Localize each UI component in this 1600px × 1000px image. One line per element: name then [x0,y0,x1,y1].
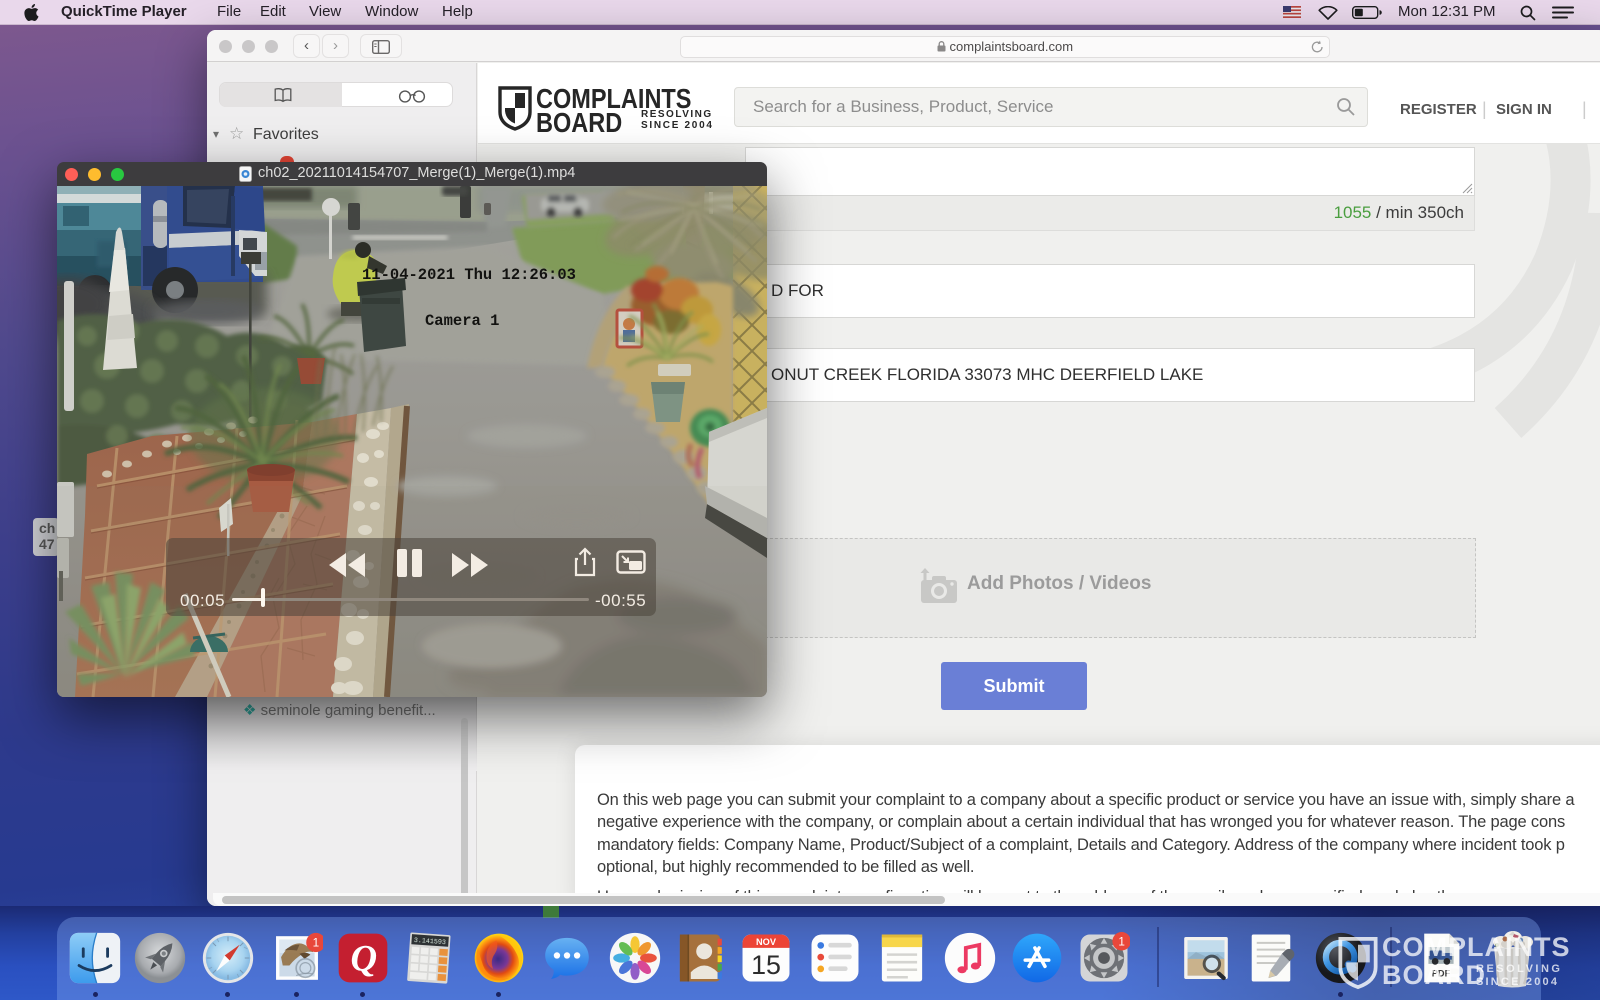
svg-text:NOV: NOV [756,937,777,947]
svg-text:1: 1 [313,937,320,950]
svg-text:Q: Q [351,938,378,979]
svg-text:15: 15 [751,950,781,980]
svg-text:1: 1 [1118,935,1125,948]
svg-text:Camera 1: Camera 1 [425,312,499,330]
svg-text:11-04-2021 Thu 12:26:03: 11-04-2021 Thu 12:26:03 [362,266,576,284]
